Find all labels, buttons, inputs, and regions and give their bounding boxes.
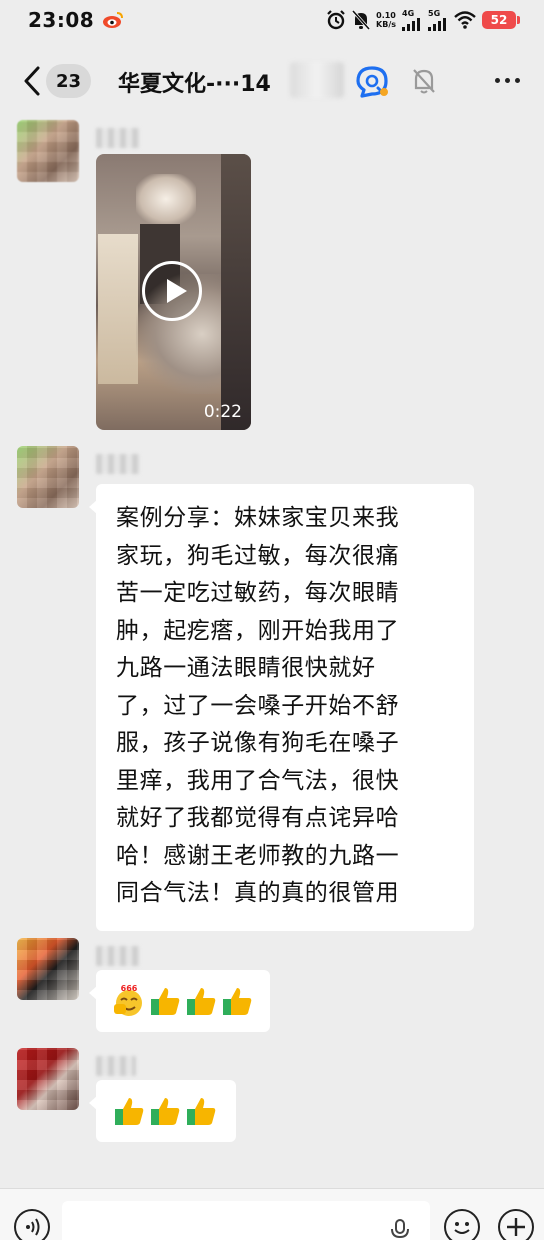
emoji-icon[interactable] (444, 1209, 480, 1240)
input-bar (0, 1188, 544, 1240)
signal-icon (428, 17, 446, 31)
message-line: 服，孩子说像有狗毛在嗓子 (116, 730, 400, 756)
more-dot (514, 77, 520, 83)
message-line: 就好了我都觉得有点诧异哈 (116, 805, 400, 831)
message-line: 同合气法！真的真的很管用 (116, 880, 400, 906)
video-scene (136, 174, 196, 224)
sender-name-redacted (96, 1056, 136, 1076)
avatar-pixelation (17, 446, 79, 508)
voice-icon[interactable] (14, 1209, 50, 1240)
signal-4g: 4G (402, 8, 422, 31)
message-bubble[interactable]: 案例分享：妹妹家宝贝来我 家玩，狗毛过敏，每次很痛 苦一定吃过敏药，每次眼睛 肿… (89, 484, 474, 931)
back-icon[interactable] (18, 64, 46, 98)
message-line: 肿，起疙瘩，刚开始我用了 (116, 617, 400, 644)
play-icon[interactable] (142, 261, 202, 321)
mute-bell-icon (352, 10, 371, 30)
alarm-icon (327, 10, 345, 30)
voice-waves (26, 1218, 40, 1236)
signal-label-5g: 5G (428, 8, 441, 18)
plus-sign (507, 1218, 525, 1236)
thumbs-up-icon (187, 1098, 216, 1125)
video-scene (98, 234, 138, 384)
unread-count-badge[interactable]: 23 (46, 64, 92, 98)
weibo-icon (103, 12, 124, 28)
avatar-pixelation (17, 120, 79, 182)
sender-name-redacted (96, 946, 140, 966)
thumbs-up-icon (223, 988, 252, 1015)
666-emoji-icon: 666 (114, 984, 142, 1016)
title-redaction (290, 62, 344, 98)
message-input[interactable] (62, 1201, 430, 1240)
message-line: 案例分享：妹妹家宝贝来我 (116, 505, 400, 531)
smile-face (454, 1222, 470, 1234)
mic-icon[interactable] (390, 1219, 410, 1240)
message-line: 里痒，我用了合气法，很快 (116, 767, 400, 794)
wifi-icon (454, 11, 476, 29)
message-line: 哈！感谢王老师教的九路一 (116, 842, 400, 869)
thumbs-up-icon (187, 988, 216, 1015)
status-time: 23:08 (28, 8, 95, 32)
message-bubble[interactable]: 666 (89, 970, 270, 1032)
chat-title[interactable]: 华夏文化-···14 (118, 66, 271, 98)
more-dot (504, 77, 510, 83)
avatar-pixelation (17, 938, 79, 1000)
net-speed-value: 0.10 (376, 11, 396, 20)
avatar[interactable] (17, 938, 79, 1000)
battery-icon: 52 (482, 11, 520, 29)
search-chat-icon[interactable] (354, 64, 390, 100)
message-line: 九路一通法眼睛很快就好 (116, 655, 376, 681)
avatar[interactable] (17, 446, 79, 508)
thumbs-up-icon (151, 988, 180, 1015)
message-bubble[interactable] (89, 1080, 236, 1142)
avatar[interactable] (17, 1048, 79, 1110)
net-speed-unit: KB/s (376, 20, 396, 29)
chat-header: 23 华夏文化-···14 (0, 40, 544, 122)
battery-level: 52 (490, 13, 508, 27)
unread-count: 23 (56, 70, 82, 92)
666-badge: 666 (121, 984, 138, 993)
more-icon[interactable] (490, 70, 524, 90)
avatar-pixelation (17, 1048, 79, 1110)
sender-name-redacted (96, 454, 140, 474)
signal-label-4g: 4G (402, 8, 415, 18)
more-dot (494, 77, 500, 83)
net-speed: 0.10 KB/s (376, 11, 396, 29)
mute-icon[interactable] (410, 66, 438, 96)
signal-5g: 5G (428, 8, 448, 31)
thumbs-up-icon (151, 1098, 180, 1125)
video-duration: 0:22 (203, 402, 242, 422)
video-scene (221, 154, 251, 430)
thumbs-up-icon (115, 1098, 144, 1125)
message-line: 苦一定吃过敏药，每次眼睛 (116, 580, 400, 606)
plus-icon[interactable] (498, 1209, 534, 1240)
avatar[interactable] (17, 120, 79, 182)
signal-icon (402, 17, 420, 31)
status-bar: 23:08 0.10 KB/s 4G 5G 52 (0, 0, 544, 40)
sender-name-redacted (96, 128, 140, 148)
message-line: 了，过了一会嗓子开始不舒 (116, 692, 400, 719)
message-line: 家玩，狗毛过敏，每次很痛 (116, 542, 400, 569)
video-thumbnail[interactable]: 0:22 (96, 154, 251, 430)
